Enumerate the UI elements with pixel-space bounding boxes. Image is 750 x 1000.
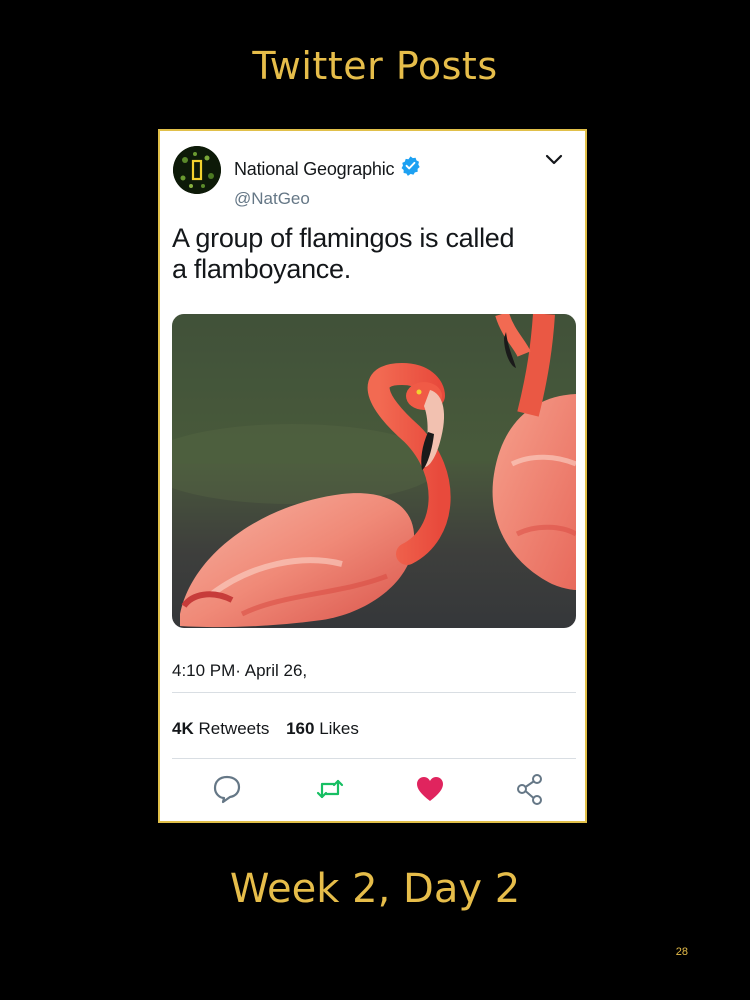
page-number: 28 [675,946,688,958]
tweet-text-line-2: a flamboyance. [172,254,351,284]
heart-icon[interactable] [415,773,445,805]
divider [172,692,576,693]
share-icon[interactable] [515,773,545,805]
tweet-text: A group of flamingos is called a flamboy… [172,223,572,285]
reply-icon[interactable] [212,773,242,805]
user-handle[interactable]: @NatGeo [234,189,310,209]
likes-label[interactable]: Likes [319,719,359,738]
display-name[interactable]: National Geographic [234,159,395,180]
likes-count[interactable]: 160 [286,719,314,738]
slide-title: Twitter Posts [252,44,498,88]
tweet-timestamp[interactable]: 4:10 PM· April 26, [172,661,307,681]
retweet-icon[interactable] [315,773,345,805]
tweet-card: National Geographic @NatGeo A group of f… [158,129,587,823]
divider [172,758,576,759]
slide-subtitle: Week 2, Day 2 [229,866,521,912]
tweet-photo-flamingos[interactable] [172,314,576,628]
chevron-down-icon[interactable] [545,153,563,167]
tweet-text-line-1: A group of flamingos is called [172,223,515,253]
retweets-count[interactable]: 4K [172,719,194,738]
tweet-stats: 4K Retweets 160 Likes [172,719,371,739]
avatar[interactable] [173,146,221,194]
verified-badge-icon [400,155,421,176]
retweets-label[interactable]: Retweets [198,719,269,738]
